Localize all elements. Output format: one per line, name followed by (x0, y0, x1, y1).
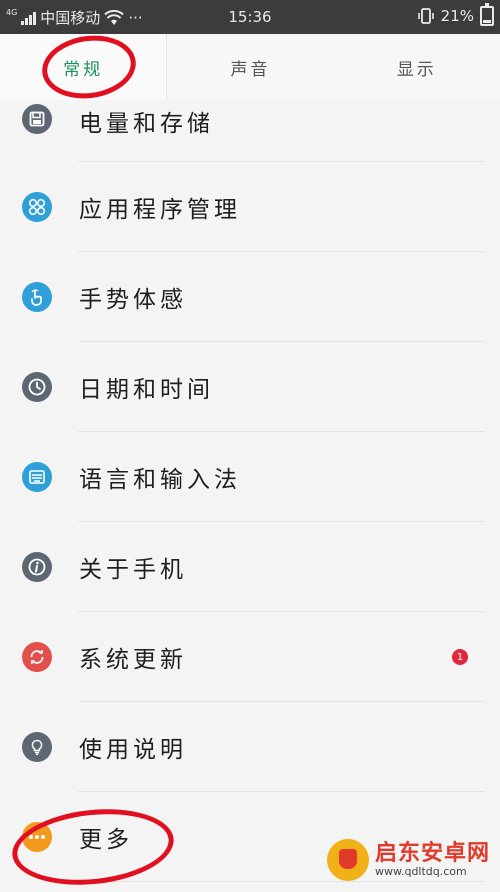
info-icon (22, 552, 52, 582)
settings-item-gesture[interactable]: 手势体感 (0, 252, 500, 342)
settings-item-label: 关于手机 (79, 557, 187, 583)
settings-item-label: 语言和输入法 (79, 467, 241, 493)
battery-percent: 21% (440, 7, 474, 25)
watermark-logo-icon (326, 839, 369, 881)
settings-item-label: 系统更新 (79, 647, 187, 673)
watermark: 启东安卓网 www.qdltdq.com (326, 839, 490, 881)
tab-sound[interactable]: 声音 (167, 34, 333, 100)
storage-icon (22, 104, 52, 134)
vibrate-icon (417, 8, 434, 24)
settings-item-label: 电量和存储 (79, 111, 214, 137)
keyboard-icon (22, 462, 52, 492)
gesture-icon (22, 282, 52, 312)
settings-item-label: 手势体感 (79, 287, 187, 313)
update-icon (22, 642, 52, 672)
settings-item-label: 使用说明 (79, 737, 187, 763)
watermark-title: 启东安卓网 (374, 840, 490, 866)
tab-display[interactable]: 显示 (334, 34, 500, 100)
settings-item-update[interactable]: 系统更新 1 (0, 612, 500, 702)
settings-item-guide[interactable]: 使用说明 (0, 702, 500, 792)
settings-list: 电量和存储 应用程序管理 手势体感 日期和时间 语言和输入法 关于手机 系统更新… (0, 100, 500, 882)
settings-item-about[interactable]: 关于手机 (0, 522, 500, 612)
tab-general[interactable]: 常规 (0, 34, 168, 100)
status-right: 21% (417, 3, 494, 26)
settings-item-datetime[interactable]: 日期和时间 (0, 342, 500, 432)
clock-icon (22, 372, 52, 402)
update-count-badge: 1 (452, 649, 468, 665)
settings-item-label: 日期和时间 (79, 377, 214, 403)
settings-item-language[interactable]: 语言和输入法 (0, 432, 500, 522)
settings-item-storage[interactable]: 电量和存储 (0, 100, 500, 162)
settings-tabs: 常规 声音 显示 (0, 34, 500, 100)
settings-item-label: 更多 (79, 827, 133, 853)
apps-icon (22, 192, 52, 222)
watermark-url: www.qdltdq.com (374, 865, 467, 879)
lightbulb-icon (22, 732, 52, 762)
status-bar: 4G 中国移动 ··· 15:36 21% (0, 0, 500, 34)
battery-icon (480, 3, 494, 26)
settings-item-label: 应用程序管理 (79, 197, 241, 223)
settings-item-apps[interactable]: 应用程序管理 (0, 162, 500, 252)
more-icon (22, 822, 52, 852)
